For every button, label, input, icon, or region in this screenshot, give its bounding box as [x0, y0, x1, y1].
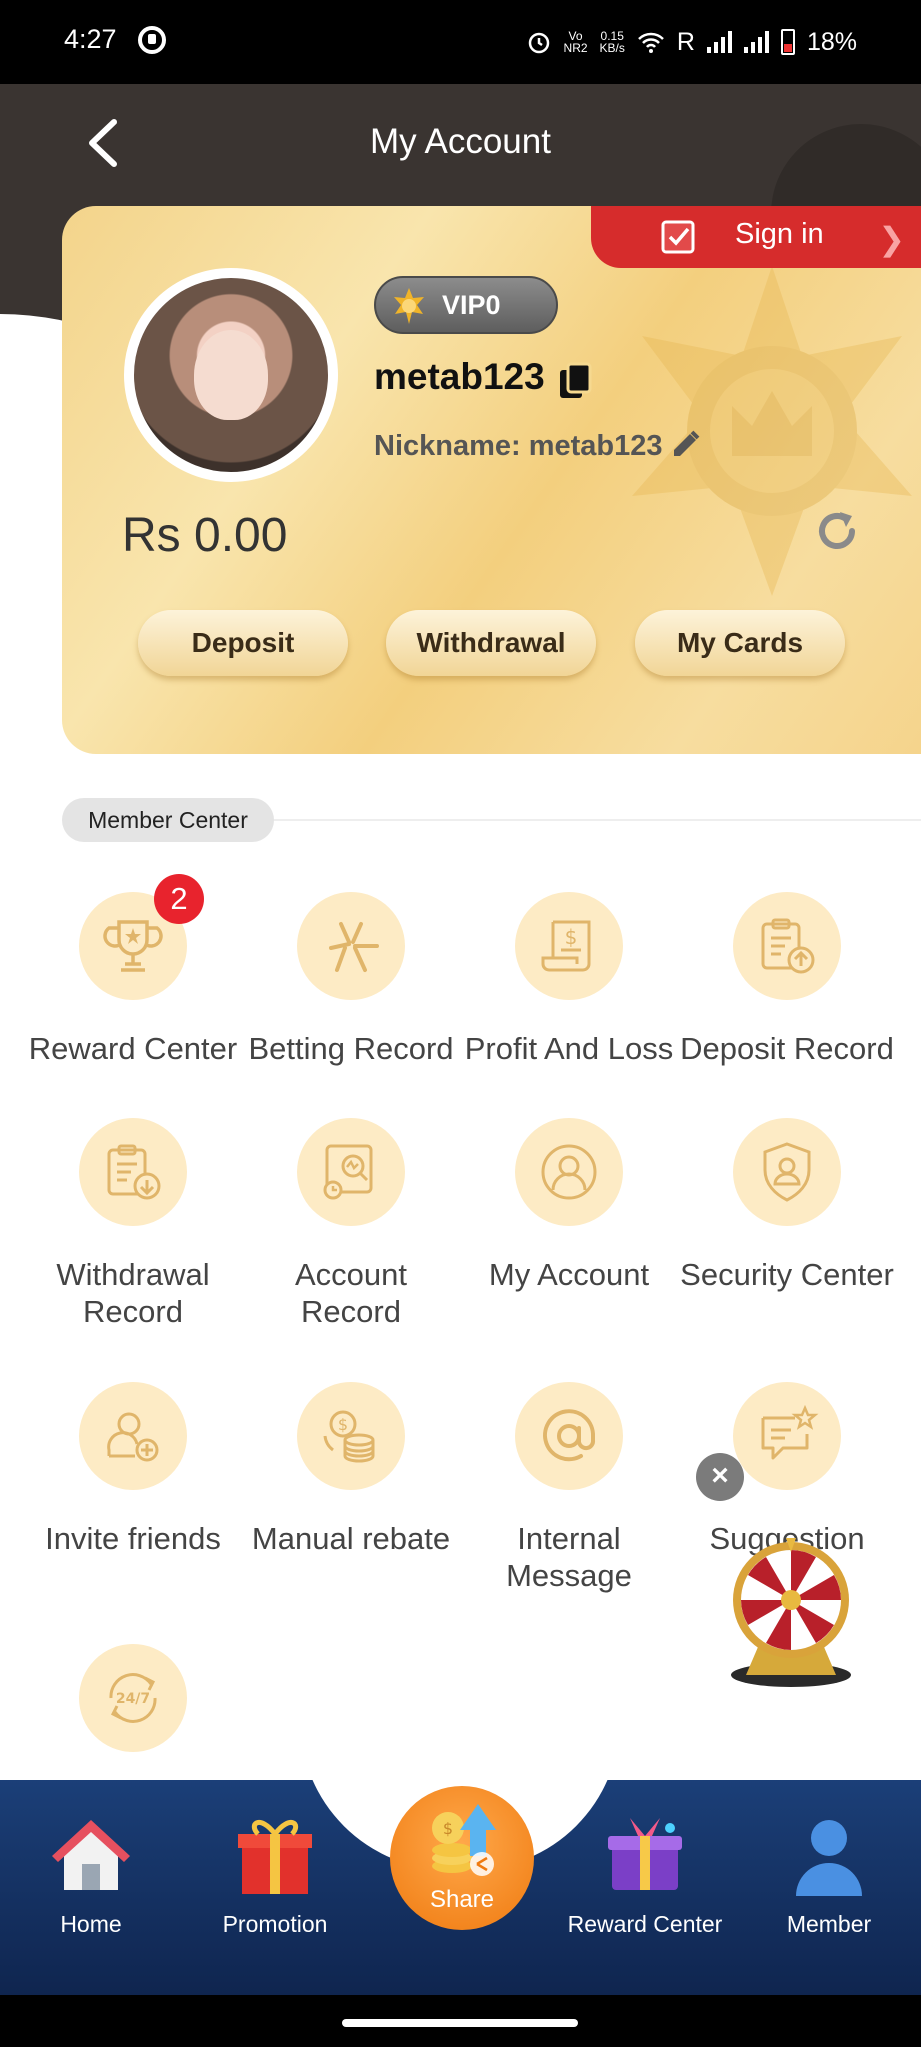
svg-text:$: $ — [443, 1819, 453, 1838]
battery-icon — [780, 29, 795, 55]
menu-item-manual-rebate[interactable]: $ Manual rebate — [242, 1382, 460, 1557]
nav-member[interactable]: Member — [744, 1810, 914, 1938]
nav-member-label: Member — [786, 1911, 872, 1937]
menu-item-label: Account Record — [294, 1257, 407, 1329]
nav-reward-center[interactable]: Reward Center — [560, 1810, 730, 1938]
svg-text:$: $ — [565, 925, 578, 949]
deposit-clipboard-icon — [733, 892, 841, 1000]
user-circle-icon — [515, 1118, 623, 1226]
menu-item-label: Withdrawal Record — [56, 1257, 210, 1329]
support-24-7-text: 24/7 — [116, 1691, 150, 1707]
member-person-icon — [796, 1820, 862, 1896]
volte-indicator: Vo NR2 — [563, 29, 588, 55]
refresh-icon[interactable] — [812, 506, 862, 556]
coins-icon: $ — [297, 1382, 405, 1490]
menu-item-invite-friends[interactable]: Invite friends — [24, 1382, 242, 1557]
menu-item-label: Manual rebate — [251, 1521, 451, 1556]
medal-watermark-icon — [632, 266, 912, 596]
share-button[interactable]: $ Share — [390, 1786, 534, 1930]
menu-item-deposit-record[interactable]: Deposit Record — [678, 892, 896, 1067]
nav-home-label: Home — [60, 1911, 122, 1937]
account-card: Sign in ❯ VIP0 metab123 Nickname: metab1… — [62, 206, 921, 754]
signal-icon-2 — [743, 31, 769, 53]
svg-text:$: $ — [338, 1415, 348, 1434]
menu-item-customer-support[interactable]: 24/7 — [24, 1644, 242, 1752]
avatar-face — [194, 330, 268, 420]
reward-notification-badge: 2 — [154, 874, 204, 924]
menu-item-label: My Account — [488, 1257, 650, 1292]
wifi-icon — [638, 32, 664, 53]
balance: Rs 0.00 — [122, 509, 288, 562]
account-record-icon — [297, 1118, 405, 1226]
network-speed: 0.15 KB/s — [599, 29, 625, 55]
nav-promotion-label: Promotion — [222, 1911, 328, 1937]
reward-box-icon — [608, 1818, 682, 1890]
betting-icon — [297, 892, 405, 1000]
home-indicator[interactable] — [342, 2019, 578, 2027]
menu-item-label: Reward Center — [28, 1031, 238, 1066]
pencil-icon[interactable] — [668, 428, 702, 462]
nav-reward-center-label: Reward Center — [567, 1911, 723, 1937]
copy-icon[interactable] — [558, 362, 592, 400]
menu-item-profit-and-loss[interactable]: $ Profit And Loss — [460, 892, 678, 1067]
receipt-icon: $ — [515, 892, 623, 1000]
battery-percentage: 18% — [806, 27, 857, 56]
vip-level: VIP0 — [442, 290, 501, 320]
home-icon — [52, 1820, 130, 1890]
menu-item-label: Invite friends — [45, 1521, 221, 1556]
vip-badge[interactable]: VIP0 — [374, 276, 558, 334]
nav-home[interactable]: Home — [6, 1810, 176, 1938]
menu-item-withdrawal-record[interactable]: Withdrawal Record — [24, 1118, 242, 1330]
menu-item-label: Betting Record — [248, 1031, 454, 1066]
menu-item-security-center[interactable]: Security Center — [678, 1118, 896, 1293]
withdrawal-clipboard-icon — [79, 1118, 187, 1226]
page-title: My Account — [370, 122, 551, 161]
signal-icon-1 — [706, 31, 732, 53]
menu-item-betting-record[interactable]: Betting Record — [242, 892, 460, 1067]
menu-item-label: Security Center — [680, 1257, 894, 1292]
at-icon — [515, 1382, 623, 1490]
app-notification-icon — [138, 26, 166, 54]
divider — [274, 819, 921, 821]
deposit-button[interactable]: Deposit — [138, 610, 348, 676]
system-navigation-bar — [0, 1995, 921, 2047]
menu-item-account-record[interactable]: Account Record — [242, 1118, 460, 1330]
nav-promotion[interactable]: Promotion — [190, 1810, 360, 1938]
share-coins-icon: $ — [432, 1804, 496, 1876]
close-floating-button[interactable]: × — [696, 1453, 744, 1501]
avatar[interactable] — [124, 268, 338, 482]
shield-user-icon — [733, 1118, 841, 1226]
menu-item-label: Profit And Loss — [464, 1031, 674, 1066]
sign-in-button[interactable]: Sign in ❯ — [591, 206, 921, 268]
menu-item-label: Deposit Record — [680, 1031, 894, 1066]
member-center-heading: Member Center — [62, 798, 274, 842]
username: metab123 — [374, 356, 545, 397]
chevron-right-icon: ❯ — [878, 221, 905, 257]
menu-item-reward-center[interactable]: Reward Center — [24, 892, 242, 1067]
support-24-7-icon: 24/7 — [79, 1644, 187, 1752]
alarm-icon — [528, 32, 549, 54]
checkbox-icon — [661, 220, 695, 254]
chat-star-icon — [733, 1382, 841, 1490]
menu-item-label: Internal Message — [506, 1521, 632, 1593]
status-icons: Vo NR2 0.15 KB/s R 18% — [526, 22, 857, 62]
status-time: 4:27 — [64, 24, 117, 54]
sign-in-label: Sign in — [735, 218, 824, 250]
medal-icon — [394, 288, 424, 324]
menu-item-my-account[interactable]: My Account — [460, 1118, 678, 1293]
gift-icon — [238, 1820, 312, 1894]
menu-item-internal-message[interactable]: Internal Message — [460, 1382, 678, 1594]
my-cards-button[interactable]: My Cards — [635, 610, 845, 676]
status-bar: 4:27 Vo NR2 0.15 KB/s R 18% — [0, 0, 921, 84]
share-label: Share — [429, 1886, 495, 1913]
roaming-indicator: R — [676, 27, 695, 56]
lucky-wheel-icon[interactable] — [726, 1530, 856, 1690]
nickname: Nickname: metab123 — [374, 430, 663, 462]
withdrawal-button[interactable]: Withdrawal — [386, 610, 596, 676]
invite-user-icon — [79, 1382, 187, 1490]
